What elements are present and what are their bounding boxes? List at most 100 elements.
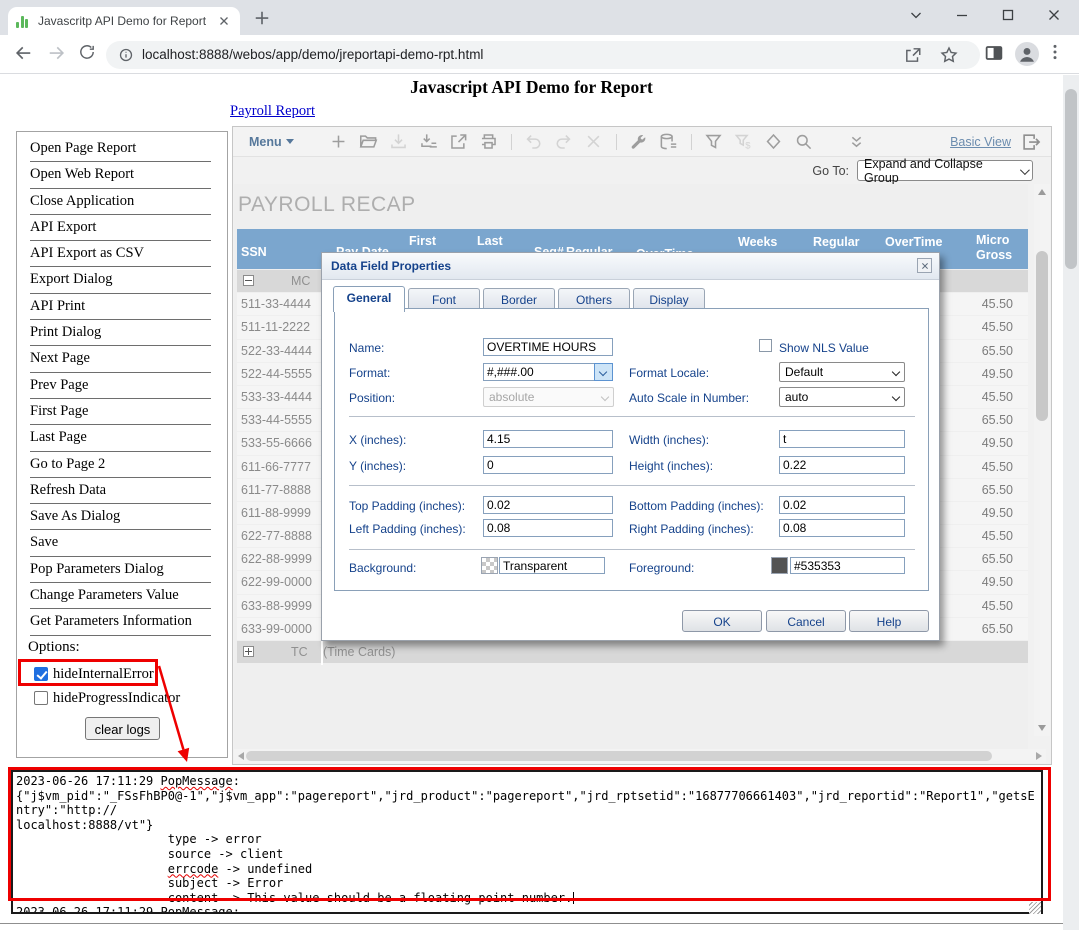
scroll-right-icon[interactable] [1036,752,1042,760]
url-text[interactable]: localhost:8888/webos/app/demo/jreportapi… [142,47,483,62]
show-nls-checkbox[interactable] [759,339,772,352]
sidebar-item[interactable]: Refresh Data [30,478,211,504]
side-panel-icon[interactable] [983,42,1007,66]
help-button[interactable]: Help [849,610,929,632]
save-icon[interactable] [389,132,408,151]
y-field[interactable] [483,456,613,474]
tab-close-icon[interactable] [216,13,232,29]
height-field[interactable] [779,456,905,474]
address-bar[interactable]: localhost:8888/webos/app/demo/jreportapi… [106,41,980,69]
sidebar-item[interactable]: Save As Dialog [30,504,211,530]
sidebar-item[interactable]: API Export [30,215,211,241]
print-icon[interactable] [479,132,498,151]
new-icon[interactable] [329,132,348,151]
delete-icon[interactable] [584,132,603,151]
menu-button[interactable]: Menu [249,135,294,149]
sidebar-item[interactable]: API Print [30,294,211,320]
chevron-down-icon[interactable] [893,0,939,30]
sidebar-item[interactable]: First Page [30,399,211,425]
search-icon[interactable] [794,132,813,151]
sidebar-item[interactable]: Pop Parameters Dialog [30,557,211,583]
cancel-button[interactable]: Cancel [766,610,846,632]
log-textarea[interactable]: 2023-06-26 17:11:29 PopMessage: {"j$vm_p… [11,770,1043,914]
format-field[interactable] [483,363,595,381]
info-icon[interactable] [118,47,134,63]
sidebar-item[interactable]: Open Page Report [30,136,211,162]
sidebar-item[interactable]: Get Parameters Information [30,609,211,635]
scroll-left-icon[interactable] [238,752,244,760]
more-icon[interactable] [847,132,866,151]
sidebar-item[interactable]: Next Page [30,346,211,372]
horizontal-scroll-thumb[interactable] [246,751,992,761]
show-nls-label[interactable]: Show NLS Value [779,341,869,355]
foreground-swatch[interactable] [771,557,788,574]
scroll-down-icon[interactable] [1038,725,1046,731]
browser-tab[interactable]: Javascritp API Demo for Report [8,7,240,35]
dialog-close-icon[interactable] [917,258,932,273]
x-field[interactable] [483,430,613,448]
sidebar-item[interactable]: Print Dialog [30,320,211,346]
expand-icon[interactable] [243,646,254,657]
sidebar-item[interactable]: Close Application [30,189,211,215]
sidebar-item[interactable]: Save [30,530,211,556]
avatar[interactable] [1015,42,1039,66]
forward-icon[interactable] [46,43,68,65]
ok-button[interactable]: OK [682,610,762,632]
sidebar-item[interactable]: Prev Page [30,373,211,399]
tools-icon[interactable] [629,132,648,151]
width-field[interactable] [779,430,905,448]
close-window-icon[interactable] [1031,0,1077,30]
reload-icon[interactable] [78,43,100,65]
goto-select[interactable]: Expand and Collapse Group [857,160,1033,181]
vertical-scroll-thumb[interactable] [1036,251,1048,421]
save-as-icon[interactable] [419,132,438,151]
scroll-up-icon[interactable] [1038,189,1046,195]
export-icon[interactable] [449,132,468,151]
checkbox-label[interactable]: hideInternalError [53,666,154,683]
sidebar-item[interactable]: Last Page [30,425,211,451]
open-icon[interactable] [359,132,378,151]
hide-internal-error-checkbox[interactable] [34,667,48,681]
kebab-menu-icon[interactable] [1045,42,1069,66]
report-horizontal-scrollbar[interactable] [234,749,1046,763]
star-icon[interactable] [940,46,958,64]
background-field[interactable] [499,557,605,574]
sidebar-item[interactable]: Change Parameters Value [30,583,211,609]
filter-money-icon[interactable] [734,132,753,151]
bottom-padding-field[interactable] [779,496,905,514]
sidebar-item[interactable]: Open Web Report [30,162,211,188]
left-padding-field[interactable] [483,519,613,537]
exit-icon[interactable] [1021,132,1041,152]
hide-progress-indicator-checkbox[interactable] [34,691,48,705]
redo-icon[interactable] [554,132,573,151]
background-swatch[interactable] [481,557,498,574]
back-icon[interactable] [14,43,36,65]
undo-icon[interactable] [524,132,543,151]
right-padding-field[interactable] [779,519,905,537]
data-source-icon[interactable] [659,132,678,151]
checkbox-label[interactable]: hideProgressIndicator [53,690,180,707]
sidebar-item[interactable]: Go to Page 2 [30,452,211,478]
filter-icon[interactable] [704,132,723,151]
format-locale-select[interactable]: Default [779,362,905,382]
name-field[interactable] [483,338,613,356]
resize-handle-icon[interactable] [1029,902,1041,914]
report-vertical-scrollbar[interactable] [1034,184,1050,736]
clear-logs-button[interactable]: clear logs [85,717,160,740]
auto-scale-select[interactable]: auto [779,387,905,407]
collapse-icon[interactable] [243,275,254,286]
payroll-report-link[interactable]: Payroll Report [230,103,315,120]
minimize-icon[interactable] [939,0,985,30]
new-tab-button[interactable] [252,8,276,32]
sidebar-item[interactable]: Export Dialog [30,267,211,293]
top-padding-field[interactable] [483,496,613,514]
sidebar-item[interactable]: API Export as CSV [30,241,211,267]
share-icon[interactable] [904,46,922,64]
foreground-field[interactable] [790,557,905,574]
maximize-icon[interactable] [985,0,1031,30]
format-dropdown-button[interactable] [594,363,613,381]
highlight-icon[interactable] [764,132,783,151]
page-scrollbar[interactable] [1063,75,1079,930]
dialog-titlebar[interactable]: Data Field Properties [322,253,939,280]
dialog-tab[interactable]: General [333,286,405,312]
